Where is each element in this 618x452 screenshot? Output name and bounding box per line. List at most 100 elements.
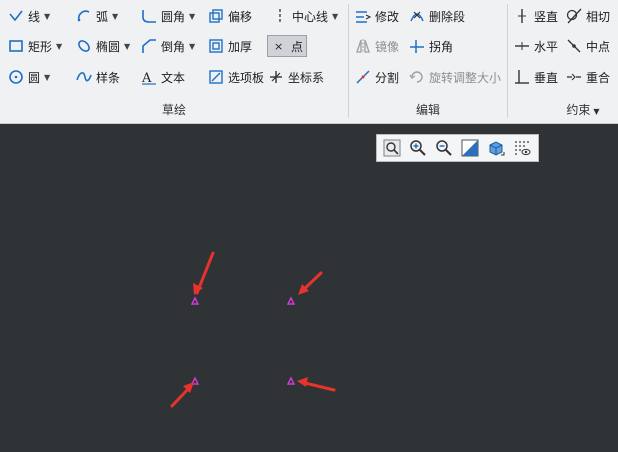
mirror-tool[interactable]: 镜像: [355, 35, 399, 57]
tangent-constraint-label: 相切: [586, 9, 611, 24]
spline-label: 样条: [96, 70, 121, 85]
tangent-constraint-tool[interactable]: 相切: [566, 5, 610, 27]
chamfer-icon: [141, 38, 157, 54]
sketch-canvas[interactable]: [0, 125, 618, 452]
horizontal-constraint-label: 水平: [534, 39, 559, 54]
vertical-constraint-tool[interactable]: 竖直: [514, 5, 558, 27]
centerline-icon: [272, 8, 288, 24]
circle-icon: [8, 69, 24, 85]
ellipse-tool[interactable]: 椭圆 ▼: [76, 35, 130, 57]
line-tool[interactable]: 线 ▼: [8, 5, 50, 27]
offset-icon: [208, 8, 224, 24]
view-toolbar: [376, 134, 539, 162]
corner-tool[interactable]: 拐角: [409, 35, 453, 57]
sketch-group-label: 草绘: [161, 103, 186, 117]
sketch-point[interactable]: [190, 296, 200, 305]
chevron-down-icon[interactable]: ▼: [332, 12, 338, 21]
delete-segment-tool[interactable]: 删除段: [409, 5, 465, 27]
arc-label: 弧: [96, 9, 109, 24]
midpoint-constraint-label: 中点: [586, 39, 611, 54]
palette-icon: [208, 69, 224, 85]
horizontal-constraint-tool[interactable]: 水平: [514, 35, 558, 57]
coordsys-tool[interactable]: 坐标系: [268, 66, 324, 88]
offset-label: 偏移: [228, 9, 253, 24]
arc-tool[interactable]: 弧 ▼: [76, 5, 118, 27]
mirror-label: 镜像: [375, 39, 400, 54]
coincident-icon: [566, 69, 582, 85]
rotate-resize-icon: [409, 69, 425, 85]
chevron-down-icon[interactable]: ▼: [44, 12, 50, 21]
edit-group-label: 编辑: [415, 103, 440, 117]
rotate-resize-tool[interactable]: 旋转调整大小: [409, 66, 501, 88]
thicken-tool[interactable]: 加厚: [208, 35, 252, 57]
text-tool[interactable]: A 文本: [141, 66, 185, 88]
ellipse-label: 椭圆: [96, 39, 121, 54]
chevron-down-icon[interactable]: ▼: [189, 12, 195, 21]
constrain-group-label-text: 约束: [566, 103, 591, 117]
vertical-constraint-label: 竖直: [534, 9, 559, 24]
perpendicular-constraint-label: 垂直: [534, 70, 559, 85]
circle-label: 圆: [28, 70, 41, 85]
constrain-group-label[interactable]: 约束 ▼: [548, 101, 618, 118]
midpoint-icon: [566, 38, 582, 54]
centerline-tool[interactable]: 中心线 ▼: [272, 5, 338, 27]
modify-tool[interactable]: 修改: [355, 5, 399, 27]
horizontal-constraint-icon: [514, 38, 530, 54]
divide-label: 分割: [375, 70, 400, 85]
chevron-down-icon[interactable]: ▼: [189, 42, 195, 51]
line-label: 线: [28, 9, 41, 24]
offset-tool[interactable]: 偏移: [208, 5, 252, 27]
annotation-arrow: [303, 381, 336, 392]
coordsys-label: 坐标系: [288, 70, 325, 85]
delete-segment-label: 删除段: [429, 9, 466, 24]
refit-icon[interactable]: [381, 137, 403, 159]
chevron-down-icon[interactable]: ▼: [124, 42, 130, 51]
chamfer-tool[interactable]: 倒角 ▼: [141, 35, 195, 57]
chevron-down-icon[interactable]: ▼: [44, 73, 50, 82]
perpendicular-constraint-tool[interactable]: 垂直: [514, 66, 558, 88]
ellipse-icon: [76, 38, 92, 54]
point-tool[interactable]: × 点: [267, 35, 308, 57]
sketch-point[interactable]: [286, 376, 296, 385]
perpendicular-icon: [514, 69, 530, 85]
display-style-icon[interactable]: [485, 137, 507, 159]
rectangle-icon: [8, 38, 24, 54]
spline-tool[interactable]: 样条: [76, 66, 120, 88]
circle-tool[interactable]: 圆 ▼: [8, 66, 50, 88]
edit-group: 修改 删除段 镜像 拐角 分割 旋转调整大小 编辑: [349, 0, 507, 124]
modify-label: 修改: [375, 9, 400, 24]
point-label: 点: [291, 39, 304, 54]
rectangle-label: 矩形: [28, 39, 53, 54]
fillet-icon: [141, 8, 157, 24]
point-icon: ×: [271, 38, 287, 54]
midpoint-constraint-tool[interactable]: 中点: [566, 35, 610, 57]
centerline-label: 中心线: [292, 9, 329, 24]
sketch-point[interactable]: [286, 296, 296, 305]
zoom-in-icon[interactable]: [407, 137, 429, 159]
sketch-display-filter-icon[interactable]: [511, 137, 533, 159]
mirror-icon: [355, 38, 371, 54]
vertical-constraint-icon: [514, 8, 530, 24]
arc-icon: [76, 8, 92, 24]
chevron-down-icon[interactable]: ▼: [56, 42, 62, 51]
thicken-label: 加厚: [228, 39, 253, 54]
coordinate-system-icon: [268, 69, 284, 85]
divide-tool[interactable]: 分割: [355, 66, 399, 88]
sketch-group: 线 ▼ 弧 ▼ 圆角 ▼ 偏移 中心线 ▼ 矩形 ▼ 椭圆 ▼ 倒角 ▼ 加厚 …: [0, 0, 348, 124]
tangent-icon: [566, 8, 582, 24]
coincident-constraint-tool[interactable]: 重合: [566, 66, 610, 88]
corner-label: 拐角: [429, 39, 454, 54]
chevron-down-icon[interactable]: ▼: [112, 12, 118, 21]
palette-tool[interactable]: 选项板: [208, 66, 264, 88]
svg-text:A: A: [141, 71, 152, 85]
fillet-tool[interactable]: 圆角 ▼: [141, 5, 195, 27]
fillet-label: 圆角: [161, 9, 186, 24]
repaint-icon[interactable]: [459, 137, 481, 159]
delete-segment-icon: [409, 8, 425, 24]
svg-text:×: ×: [274, 40, 283, 53]
text-label: 文本: [161, 70, 186, 85]
annotation-arrowhead: [297, 377, 308, 387]
constrain-group: 竖直 相切 水平 中点 垂直 重合 约束 ▼: [508, 0, 618, 124]
rectangle-tool[interactable]: 矩形 ▼: [8, 35, 62, 57]
zoom-out-icon[interactable]: [433, 137, 455, 159]
